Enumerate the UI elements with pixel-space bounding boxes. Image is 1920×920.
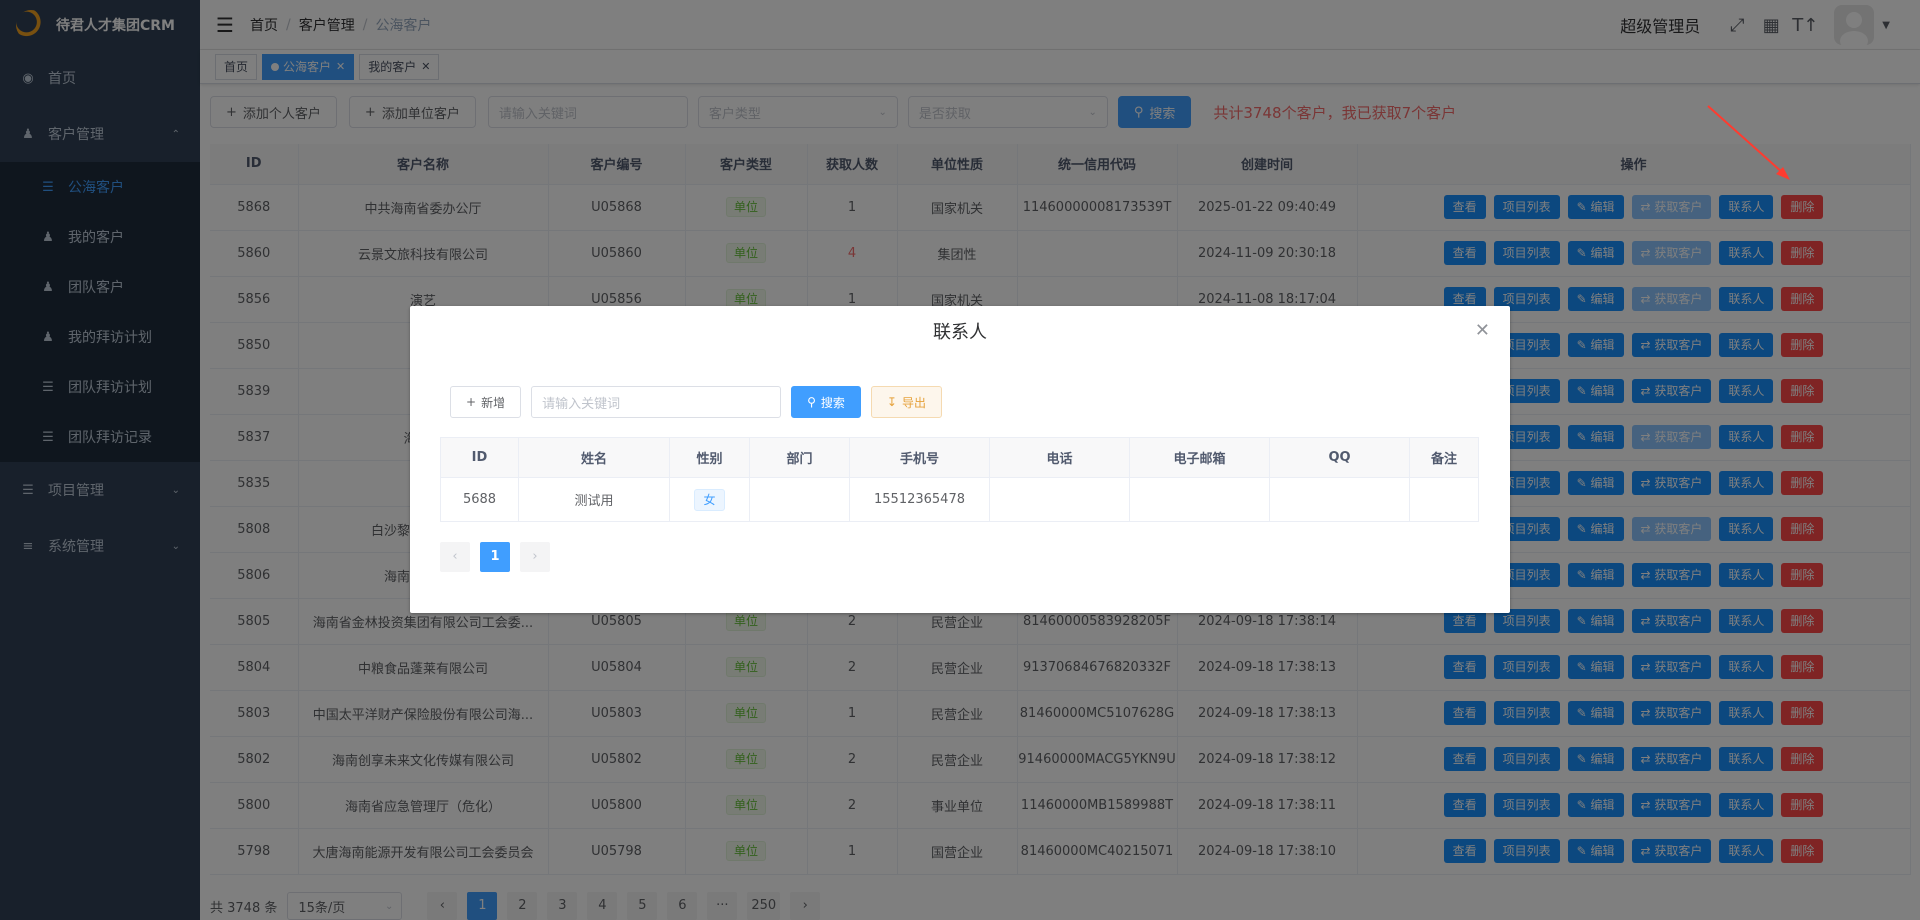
contact-id: 5688 (440, 477, 519, 522)
column-header: 部门 (749, 437, 850, 478)
contact-gender-cell: 女 (669, 477, 750, 522)
contact-search-button[interactable]: ⚲ 搜索 (791, 386, 861, 418)
contact-remark (1409, 477, 1479, 522)
dialog-title: 联系人 (933, 322, 987, 343)
contacts-dialog: 联系人 ✕ + 新增 请输入关键词 ⚲ 搜索 ↧ 导出 ID 姓名 性别 部门 (410, 306, 1510, 613)
contact-name: 测试用 (518, 477, 670, 522)
next-page-button[interactable]: › (520, 542, 550, 572)
column-header: 备注 (1409, 437, 1479, 478)
dialog-pagination: ‹ 1 › (440, 542, 1480, 572)
column-header: 手机号 (849, 437, 990, 478)
close-icon[interactable]: ✕ (1475, 320, 1490, 341)
column-header: 性别 (669, 437, 750, 478)
button-label: 搜索 (820, 395, 845, 410)
contact-mobile: 15512365478 (849, 477, 990, 522)
contact-qq (1269, 477, 1410, 522)
column-header: 电子邮箱 (1129, 437, 1270, 478)
export-button[interactable]: ↧ 导出 (870, 386, 942, 418)
column-header: ID (440, 437, 519, 478)
dialog-toolbar: + 新增 请输入关键词 ⚲ 搜索 ↧ 导出 (450, 385, 1480, 419)
column-header: 姓名 (518, 437, 670, 478)
contact-keyword-input[interactable]: 请输入关键词 (531, 386, 782, 418)
table-row[interactable]: 5688 测试用 女 15512365478 (440, 477, 1479, 522)
contact-email (1129, 477, 1270, 522)
plus-icon: + (466, 395, 477, 409)
page-button[interactable]: 1 (480, 542, 510, 572)
download-icon: ↧ (886, 395, 897, 409)
prev-page-button[interactable]: ‹ (440, 542, 470, 572)
button-label: 导出 (901, 395, 926, 410)
column-header: QQ (1269, 437, 1410, 478)
placeholder: 请输入关键词 (542, 396, 621, 412)
contact-phone (989, 477, 1130, 522)
column-header: 电话 (989, 437, 1130, 478)
add-contact-button[interactable]: + 新增 (450, 386, 522, 418)
table-header-row: ID 姓名 性别 部门 手机号 电话 电子邮箱 QQ 备注 (440, 437, 1479, 478)
contact-dept (749, 477, 850, 522)
search-icon: ⚲ (807, 395, 816, 409)
gender-tag: 女 (694, 488, 725, 511)
button-label: 新增 (481, 395, 506, 410)
contacts-table: ID 姓名 性别 部门 手机号 电话 电子邮箱 QQ 备注 5688 测试用 女… (440, 437, 1479, 522)
